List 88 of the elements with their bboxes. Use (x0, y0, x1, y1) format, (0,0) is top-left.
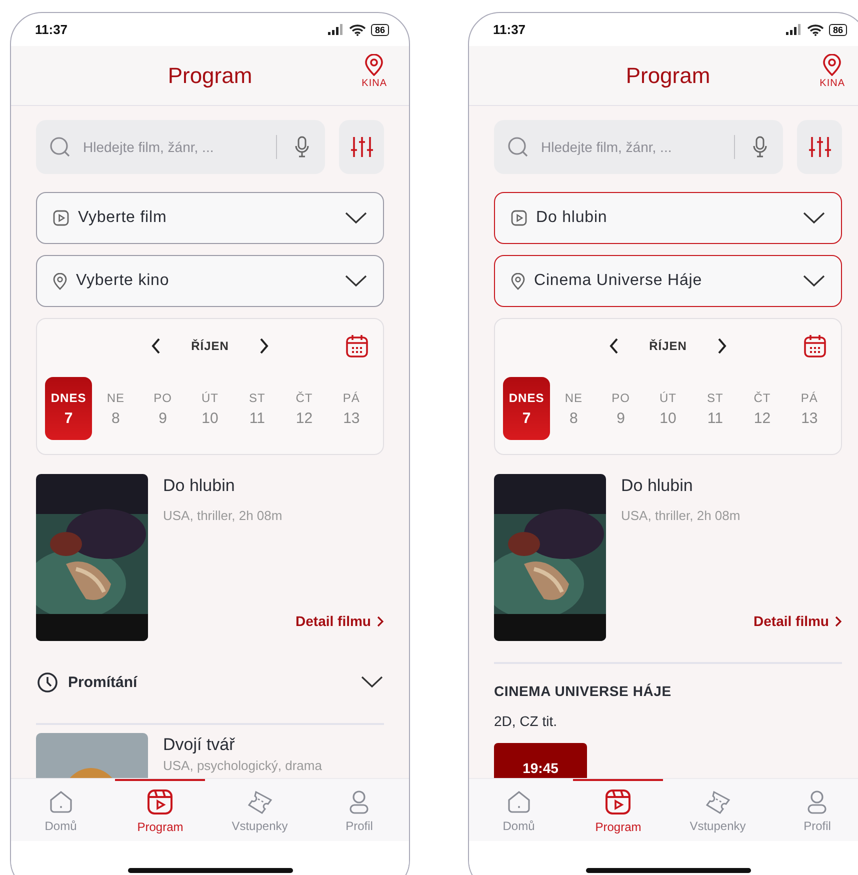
calendar-icon[interactable] (804, 334, 826, 358)
chevron-right-icon (835, 616, 842, 626)
wifi-icon (806, 24, 824, 36)
clock-icon (37, 672, 58, 692)
month-label: ŘÍJEN (191, 339, 229, 353)
location-pin-icon (53, 272, 67, 290)
day-tab[interactable]: ÚT 10 (186, 377, 234, 440)
cinema-name: CINEMA UNIVERSE HÁJE (494, 683, 672, 699)
chevron-down-icon (345, 275, 367, 287)
day-tab[interactable]: ST 11 (234, 377, 281, 440)
day-tab[interactable]: ÚT 10 (644, 377, 692, 440)
filter-button[interactable] (339, 120, 384, 174)
screening-format: 2D, CZ tit. (494, 713, 558, 729)
showtime-button[interactable]: 19:45 (494, 743, 587, 778)
nav-tab[interactable]: Profil (314, 779, 404, 841)
day-tab[interactable]: PÁ 13 (786, 377, 833, 440)
location-pin-icon (822, 54, 842, 76)
battery-indicator: 86 (370, 24, 389, 36)
showings-toggle[interactable]: Promítání (36, 663, 384, 701)
status-time: 11:37 (493, 22, 526, 37)
cinemas-button[interactable]: KINA (362, 54, 387, 89)
microphone-icon[interactable] (295, 136, 309, 158)
day-tab[interactable]: PÁ 13 (328, 377, 375, 440)
nav-tab[interactable]: Profil (772, 779, 858, 841)
chevron-right-icon (377, 616, 384, 626)
day-tab[interactable]: NE 8 (550, 377, 598, 440)
day-tab[interactable]: PO 9 (597, 377, 644, 440)
chevron-right-icon[interactable] (716, 338, 727, 354)
nav-tab[interactable]: Vstupenky (672, 779, 763, 841)
film-title: Dvojí tvář (163, 735, 236, 755)
film-details: USA, psychologický, drama (163, 758, 323, 773)
ticket-icon (704, 790, 731, 814)
chevron-down-icon (803, 275, 825, 287)
page-title: Program (626, 62, 710, 88)
chevron-down-icon (345, 212, 367, 224)
video-icon (147, 788, 174, 814)
home-icon (48, 790, 73, 814)
play-icon (53, 210, 69, 226)
person-icon (349, 790, 370, 814)
location-pin-icon (511, 272, 525, 290)
status-time: 11:37 (35, 22, 68, 37)
home-icon (506, 790, 531, 814)
film-details: USA, thriller, 2h 08m (621, 508, 742, 523)
film-detail-link[interactable]: Detail filmu (754, 613, 842, 629)
nav-tab[interactable]: Domů (16, 779, 106, 841)
film-title: Do hlubin (163, 476, 236, 496)
day-tab[interactable]: ČT 12 (738, 377, 786, 440)
film-detail-link[interactable]: Detail filmu (296, 613, 384, 629)
chevron-right-icon[interactable] (258, 338, 269, 354)
dropdown-select[interactable]: Cinema Universe Háje (494, 255, 842, 307)
settings-sliders-icon (350, 136, 372, 158)
day-tab[interactable]: ČT 12 (280, 377, 328, 440)
day-tab[interactable]: DNES 7 (503, 377, 550, 440)
signal-icon (328, 24, 344, 35)
search-field[interactable]: Hledejte film, žánr, ... (81, 138, 266, 156)
location-pin-icon (364, 54, 384, 76)
wifi-icon (348, 24, 366, 36)
person-icon (807, 790, 828, 814)
chevron-down-icon (361, 676, 383, 688)
filter-button[interactable] (797, 120, 842, 174)
day-tab[interactable]: NE 8 (92, 377, 140, 440)
play-icon (511, 210, 527, 226)
film-title: Do hlubin (621, 476, 694, 496)
film-details: USA, thriller, 2h 08m (163, 508, 284, 523)
day-tab[interactable]: DNES 7 (45, 377, 92, 440)
search-icon (507, 136, 529, 158)
chevron-left-icon[interactable] (151, 338, 162, 354)
dropdown-select[interactable]: Do hlubin (494, 192, 842, 244)
video-icon (605, 788, 632, 814)
settings-sliders-icon (808, 136, 830, 158)
search-field[interactable]: Hledejte film, žánr, ... (539, 138, 724, 156)
page-title: Program (168, 62, 252, 88)
chevron-down-icon (803, 212, 825, 224)
cinemas-button[interactable]: KINA (820, 54, 845, 89)
search-icon (49, 136, 71, 158)
dropdown-select[interactable]: Vyberte kino (36, 255, 384, 307)
nav-tab[interactable]: Vstupenky (214, 779, 305, 841)
microphone-icon[interactable] (753, 136, 767, 158)
ticket-icon (246, 790, 273, 814)
chevron-left-icon[interactable] (609, 338, 620, 354)
battery-indicator: 86 (828, 24, 847, 36)
day-tab[interactable]: PO 9 (139, 377, 186, 440)
dropdown-select[interactable]: Vyberte film (36, 192, 384, 244)
month-label: ŘÍJEN (649, 339, 687, 353)
nav-tab[interactable]: Domů (474, 779, 564, 841)
calendar-icon[interactable] (346, 334, 368, 358)
signal-icon (786, 24, 802, 35)
day-tab[interactable]: ST 11 (692, 377, 739, 440)
